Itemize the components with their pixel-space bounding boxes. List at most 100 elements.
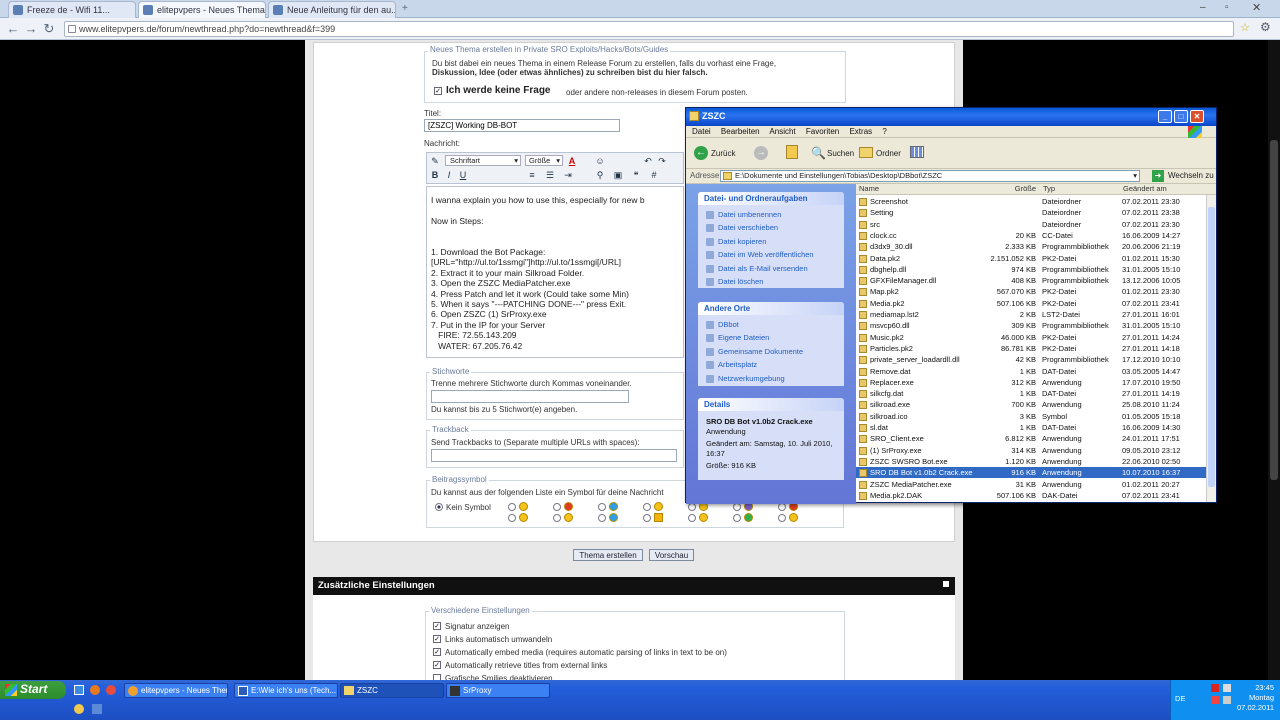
place-dbbot[interactable]: DBbot bbox=[698, 318, 844, 331]
menu-tools[interactable]: Extras bbox=[849, 127, 872, 136]
volume-icon[interactable] bbox=[1223, 696, 1231, 704]
icon-radio-3[interactable] bbox=[553, 503, 561, 511]
tray-icon-1[interactable] bbox=[1211, 684, 1219, 692]
embed-media-checkbox[interactable]: ✓ bbox=[433, 648, 441, 656]
parse-links-checkbox[interactable]: ✓ bbox=[433, 635, 441, 643]
file-row[interactable]: silkcfg.dat 1 KB DAT-Datei 27.01.2011 14:19 bbox=[856, 388, 1206, 399]
go-label[interactable]: Wechseln zu bbox=[1168, 171, 1214, 180]
forward-icon[interactable]: → bbox=[754, 146, 768, 160]
start-button[interactable]: Start bbox=[0, 681, 66, 699]
back-icon[interactable]: ← bbox=[694, 146, 708, 160]
icon-radio-12[interactable] bbox=[733, 514, 741, 522]
quote-icon[interactable]: ❝ bbox=[631, 170, 641, 180]
editor-mode-icon[interactable]: ✎ bbox=[430, 156, 440, 166]
tray-icon-3[interactable] bbox=[1211, 696, 1219, 704]
page-scrollbar[interactable] bbox=[1268, 40, 1280, 680]
file-row[interactable]: Replacer.exe 312 KB Anwendung 17.07.2010 19… bbox=[856, 377, 1206, 388]
browser-tab-1[interactable]: Freeze de - Wifi 11... bbox=[8, 1, 136, 18]
task-email[interactable]: Datei als E-Mail versenden bbox=[698, 262, 844, 275]
file-row[interactable]: private_server_loadardll.dll 42 KB Program… bbox=[856, 354, 1206, 365]
italic-icon[interactable]: I bbox=[444, 170, 454, 180]
menu-edit[interactable]: Bearbeiten bbox=[721, 127, 760, 136]
language-indicator[interactable]: DE bbox=[1175, 694, 1185, 704]
no-icon-radio[interactable] bbox=[435, 503, 443, 511]
file-row[interactable]: src Dateiordner 07.02.2011 23:30 bbox=[856, 219, 1206, 230]
task-publish[interactable]: Datei im Web veröffentlichen bbox=[698, 248, 844, 261]
reload-icon[interactable]: ↻ bbox=[40, 20, 58, 38]
link-icon[interactable]: ⚲ bbox=[595, 170, 605, 180]
icon-radio-5[interactable] bbox=[598, 503, 606, 511]
menu-favorites[interactable]: Favoriten bbox=[806, 127, 839, 136]
browser-tab-2[interactable]: elitepvpers - Neues Thema... bbox=[138, 1, 266, 18]
file-row[interactable]: Particles.pk2 86.781 KB PK2-Datei 27.01.201… bbox=[856, 343, 1206, 354]
task-delete[interactable]: Datei löschen bbox=[698, 275, 844, 288]
file-row[interactable]: dbghelp.dll 974 KB Programmbibliothek 31.01… bbox=[856, 264, 1206, 275]
menu-file[interactable]: Datei bbox=[692, 127, 711, 136]
taskbar-button-srproxy[interactable]: SrProxy bbox=[446, 683, 550, 698]
new-tab-icon[interactable]: + bbox=[402, 3, 408, 14]
file-row[interactable]: mediamap.lst2 2 KB LST2-Datei 27.01.2011 16… bbox=[856, 309, 1206, 320]
tray-icon-2[interactable] bbox=[1223, 684, 1231, 692]
app-icon[interactable] bbox=[92, 704, 102, 714]
no-question-checkbox[interactable]: ✓ bbox=[434, 87, 442, 95]
back-label[interactable]: Zurück bbox=[711, 149, 735, 158]
file-row[interactable]: msvcp60.dll 309 KB Programmbibliothek 31.01… bbox=[856, 320, 1206, 331]
explorer-maximize-icon[interactable]: □ bbox=[1174, 110, 1188, 123]
search-icon[interactable]: 🔍 bbox=[811, 146, 826, 160]
forward-arrow-icon[interactable]: → bbox=[22, 20, 40, 38]
signature-checkbox[interactable]: ✓ bbox=[433, 622, 441, 630]
code-icon[interactable]: # bbox=[649, 170, 659, 180]
file-row[interactable]: Music.pk2 46.000 KB PK2-Datei 27.01.2011 14… bbox=[856, 332, 1206, 343]
explorer-minimize-icon[interactable]: _ bbox=[1158, 110, 1172, 123]
file-row[interactable]: ZSZC MediaPatcher.exe 31 KB Anwendung 01.02… bbox=[856, 479, 1206, 490]
align-left-icon[interactable]: ≡ bbox=[527, 170, 537, 180]
file-row[interactable]: Media.pk2 507.106 KB PK2-Datei 07.02.2011 2… bbox=[856, 298, 1206, 309]
maximize-icon[interactable]: ▫ bbox=[1225, 2, 1229, 13]
close-window-icon[interactable]: ✕ bbox=[1252, 1, 1261, 14]
file-row[interactable]: Remove.dat 1 KB DAT-Datei 03.05.2005 14:47 bbox=[856, 366, 1206, 377]
file-row[interactable]: SRO DB Bot v1.0b2 Crack.exe 916 KB Anwendu… bbox=[856, 467, 1206, 479]
title-input[interactable] bbox=[424, 119, 620, 132]
file-row[interactable]: Setting Dateiordner 07.02.2011 23:38 bbox=[856, 207, 1206, 218]
folders-label[interactable]: Ordner bbox=[876, 149, 901, 158]
place-shared-documents[interactable]: Gemeinsame Dokumente bbox=[698, 345, 844, 358]
back-arrow-icon[interactable]: ← bbox=[4, 20, 22, 38]
image-icon[interactable]: ▣ bbox=[613, 170, 623, 180]
place-my-documents[interactable]: Eigene Dateien bbox=[698, 331, 844, 344]
file-row[interactable]: Data.pk2 2.151.052 KB PK2-Datei 01.02.2011 … bbox=[856, 253, 1206, 264]
preview-button[interactable]: Vorschau bbox=[649, 549, 694, 561]
place-network[interactable]: Netzwerkumgebung bbox=[698, 372, 844, 385]
text-color-icon[interactable]: A bbox=[567, 156, 577, 166]
dropdown-icon[interactable]: ▾ bbox=[1133, 171, 1137, 180]
task-copy[interactable]: Datei kopieren bbox=[698, 235, 844, 248]
undo-icon[interactable]: ↶ bbox=[643, 156, 653, 166]
bold-icon[interactable]: B bbox=[430, 170, 440, 180]
place-my-computer[interactable]: Arbeitsplatz bbox=[698, 358, 844, 371]
desktop-icon[interactable] bbox=[74, 685, 84, 695]
file-row[interactable]: d3dx9_30.dll 2.333 KB Programmbibliothek 20… bbox=[856, 241, 1206, 252]
address-bar[interactable]: www.elitepvpers.de/forum/newthread.php?d… bbox=[64, 21, 1234, 37]
create-thread-button[interactable]: Thema erstellen bbox=[573, 549, 643, 561]
message-editor[interactable]: I wanna explain you how to use this, esp… bbox=[426, 186, 684, 358]
minimize-icon[interactable]: – bbox=[1200, 2, 1206, 13]
trackback-input[interactable] bbox=[431, 449, 677, 462]
messenger-icon[interactable] bbox=[74, 704, 84, 714]
icon-radio-11[interactable] bbox=[733, 503, 741, 511]
size-select[interactable]: Größe ▾ bbox=[525, 155, 563, 166]
explorer-title-bar[interactable]: ZSZC _ □ ✕ bbox=[686, 108, 1216, 126]
firefox-icon[interactable] bbox=[90, 685, 100, 695]
explorer-address-input[interactable]: E:\Dokumente und Einstellungen\Tobias\De… bbox=[720, 170, 1140, 182]
file-row[interactable]: GFXFileManager.dll 408 KB Programmbiblioth… bbox=[856, 275, 1206, 286]
icon-radio-14[interactable] bbox=[778, 514, 786, 522]
file-row[interactable]: SRO_Client.exe 6.812 KB Anwendung 24.01.201… bbox=[856, 433, 1206, 444]
file-row[interactable]: Map.pk2 567.070 KB PK2-Datei 01.02.2011 23:… bbox=[856, 286, 1206, 297]
wrench-icon[interactable]: ⚙ bbox=[1260, 20, 1271, 34]
redo-icon[interactable]: ↷ bbox=[657, 156, 667, 166]
icon-radio-7[interactable] bbox=[643, 503, 651, 511]
task-rename[interactable]: Datei umbenennen bbox=[698, 208, 844, 221]
icon-radio-13[interactable] bbox=[778, 503, 786, 511]
taskbar-button-browser[interactable]: elitepvpers - Neues Them... bbox=[124, 683, 228, 698]
taskbar-button-explorer[interactable]: ZSZC bbox=[340, 683, 444, 698]
icon-radio-4[interactable] bbox=[553, 514, 561, 522]
scrollbar-thumb[interactable] bbox=[1208, 207, 1215, 487]
